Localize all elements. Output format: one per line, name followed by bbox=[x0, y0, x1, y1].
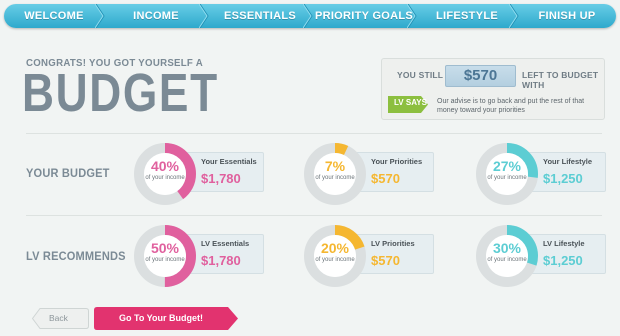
card-category: LV Priorities bbox=[371, 239, 415, 248]
divider bbox=[26, 133, 602, 134]
wizard-nav: WELCOME INCOME ESSENTIALS PRIORITY GOALS… bbox=[4, 4, 616, 28]
card-of-income: of your income bbox=[315, 175, 355, 181]
card-category: LV Lifestyle bbox=[543, 239, 585, 248]
donut-chart bbox=[476, 225, 538, 287]
remaining-row: YOU STILL HAVE $570 LEFT TO BUDGET WITH bbox=[382, 65, 604, 90]
card-amount: $570 bbox=[371, 171, 400, 186]
card-category: LV Essentials bbox=[201, 239, 250, 248]
card-amount: $1,780 bbox=[201, 253, 241, 268]
card-amount: $1,250 bbox=[543, 171, 583, 186]
back-button[interactable]: Back bbox=[31, 308, 89, 329]
card-of-income: of your income bbox=[145, 175, 185, 181]
card-percent: 7% bbox=[324, 158, 346, 174]
remaining-amount: $570 bbox=[445, 65, 516, 87]
nav-step-label: INCOME bbox=[133, 10, 179, 22]
card-percent: 27% bbox=[492, 158, 522, 174]
card-percent: 40% bbox=[150, 158, 180, 174]
nav-step-label: ESSENTIALS bbox=[223, 10, 297, 22]
budget-card-lv-essentials: 50% of your income LV Essentials $1,780 bbox=[134, 225, 274, 291]
donut-chart bbox=[134, 143, 196, 205]
nav-step-lifestyle[interactable]: LIFESTYLE bbox=[416, 4, 519, 28]
card-percent: 30% bbox=[492, 240, 522, 256]
nav-step-essentials[interactable]: ESSENTIALS bbox=[208, 4, 313, 28]
budget-card-your-priorities: 7% of your income Your Priorities $570 bbox=[304, 143, 444, 209]
budget-card-lv-lifestyle: 30% of your income LV Lifestyle $1,250 bbox=[476, 225, 616, 291]
card-of-income: of your income bbox=[145, 257, 185, 263]
card-of-income: of your income bbox=[487, 175, 527, 181]
nav-step-label: FINISH UP bbox=[538, 10, 596, 22]
advice-text: Our advise is to go back and put the res… bbox=[437, 98, 585, 114]
nav-step-label: LIFESTYLE bbox=[436, 10, 498, 22]
budget-card-your-lifestyle: 27% of your income Your Lifestyle $1,250 bbox=[476, 143, 616, 209]
your-budget-label: YOUR BUDGET bbox=[26, 166, 110, 180]
back-button-label: Back bbox=[49, 313, 68, 323]
lv-says-badge: LV SAYS bbox=[388, 96, 428, 113]
card-amount: $570 bbox=[371, 253, 400, 268]
nav-step-income[interactable]: INCOME bbox=[104, 4, 209, 28]
donut-chart bbox=[476, 143, 538, 205]
go-button-label: Go To Your Budget! bbox=[119, 313, 203, 323]
budget-card-your-essentials: 40% of your income Your Essentials $1,78… bbox=[134, 143, 274, 209]
donut-chart bbox=[134, 225, 196, 287]
go-to-budget-button[interactable]: Go To Your Budget! bbox=[94, 307, 238, 330]
lv-recommends-label: LV RECOMMENDS bbox=[26, 249, 126, 263]
card-amount: $1,780 bbox=[201, 171, 241, 186]
nav-step-priority-goals[interactable]: PRIORITY GOALS bbox=[312, 4, 417, 28]
remaining-budget-box: YOU STILL HAVE $570 LEFT TO BUDGET WITH … bbox=[381, 58, 605, 120]
donut-chart bbox=[304, 143, 366, 205]
card-category: Your Priorities bbox=[371, 157, 423, 166]
card-of-income: of your income bbox=[487, 257, 527, 263]
nav-step-welcome[interactable]: WELCOME bbox=[4, 4, 105, 28]
budget-card-lv-priorities: 20% of your income LV Priorities $570 bbox=[304, 225, 444, 291]
card-category: Your Lifestyle bbox=[543, 157, 593, 166]
card-amount: $1,250 bbox=[543, 253, 583, 268]
card-category: Your Essentials bbox=[201, 157, 257, 166]
nav-step-label: WELCOME bbox=[24, 10, 84, 22]
donut-chart bbox=[304, 225, 366, 287]
card-of-income: of your income bbox=[315, 257, 355, 263]
page-title: BUDGET bbox=[22, 63, 219, 123]
divider bbox=[26, 215, 602, 216]
nav-step-finish-up[interactable]: FINISH UP bbox=[518, 4, 616, 28]
nav-step-label: PRIORITY GOALS bbox=[314, 10, 414, 22]
card-percent: 50% bbox=[150, 240, 180, 256]
lv-says-label: LV SAYS bbox=[394, 98, 427, 107]
remaining-suffix: LEFT TO BUDGET WITH bbox=[522, 70, 599, 90]
card-percent: 20% bbox=[320, 240, 350, 256]
